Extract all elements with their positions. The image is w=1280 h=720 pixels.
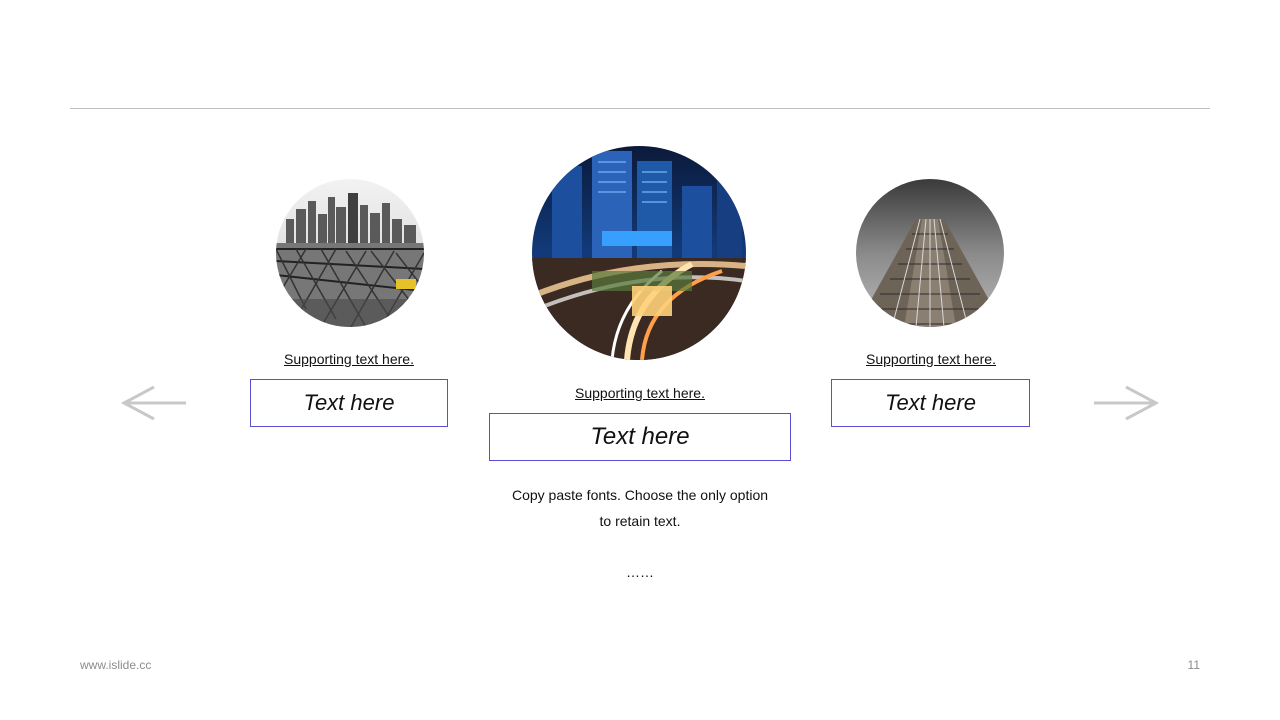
top-divider	[70, 108, 1210, 109]
left-supporting-text: Supporting text here.	[284, 351, 414, 367]
center-supporting-text: Supporting text here.	[575, 385, 705, 401]
center-photo	[532, 146, 746, 360]
city-night-image	[532, 146, 746, 360]
ellipsis-text: ……	[626, 564, 654, 580]
skyscraper-image	[856, 179, 1004, 327]
page-number: 11	[1187, 658, 1200, 672]
right-photo	[856, 179, 1004, 327]
left-title-box[interactable]: Text here	[250, 379, 448, 427]
next-arrow-button[interactable]	[1094, 385, 1160, 421]
right-title-box[interactable]: Text here	[831, 379, 1030, 427]
left-photo	[276, 179, 424, 327]
description-line-2: to retain text.	[599, 513, 681, 529]
bridge-skyline-image	[276, 179, 424, 327]
footer-website[interactable]: www.islide.cc	[80, 658, 151, 672]
center-title-text: Text here	[590, 423, 690, 450]
right-supporting-text: Supporting text here.	[866, 351, 996, 367]
arrow-right-icon	[1094, 385, 1160, 421]
prev-arrow-button[interactable]	[120, 385, 186, 421]
center-description: Copy paste fonts. Choose the only option…	[490, 482, 790, 534]
right-title-text: Text here	[885, 390, 976, 415]
arrow-left-icon	[120, 385, 186, 421]
center-title-box[interactable]: Text here	[489, 413, 791, 461]
left-title-text: Text here	[303, 390, 395, 415]
description-line-1: Copy paste fonts. Choose the only option	[511, 487, 769, 503]
